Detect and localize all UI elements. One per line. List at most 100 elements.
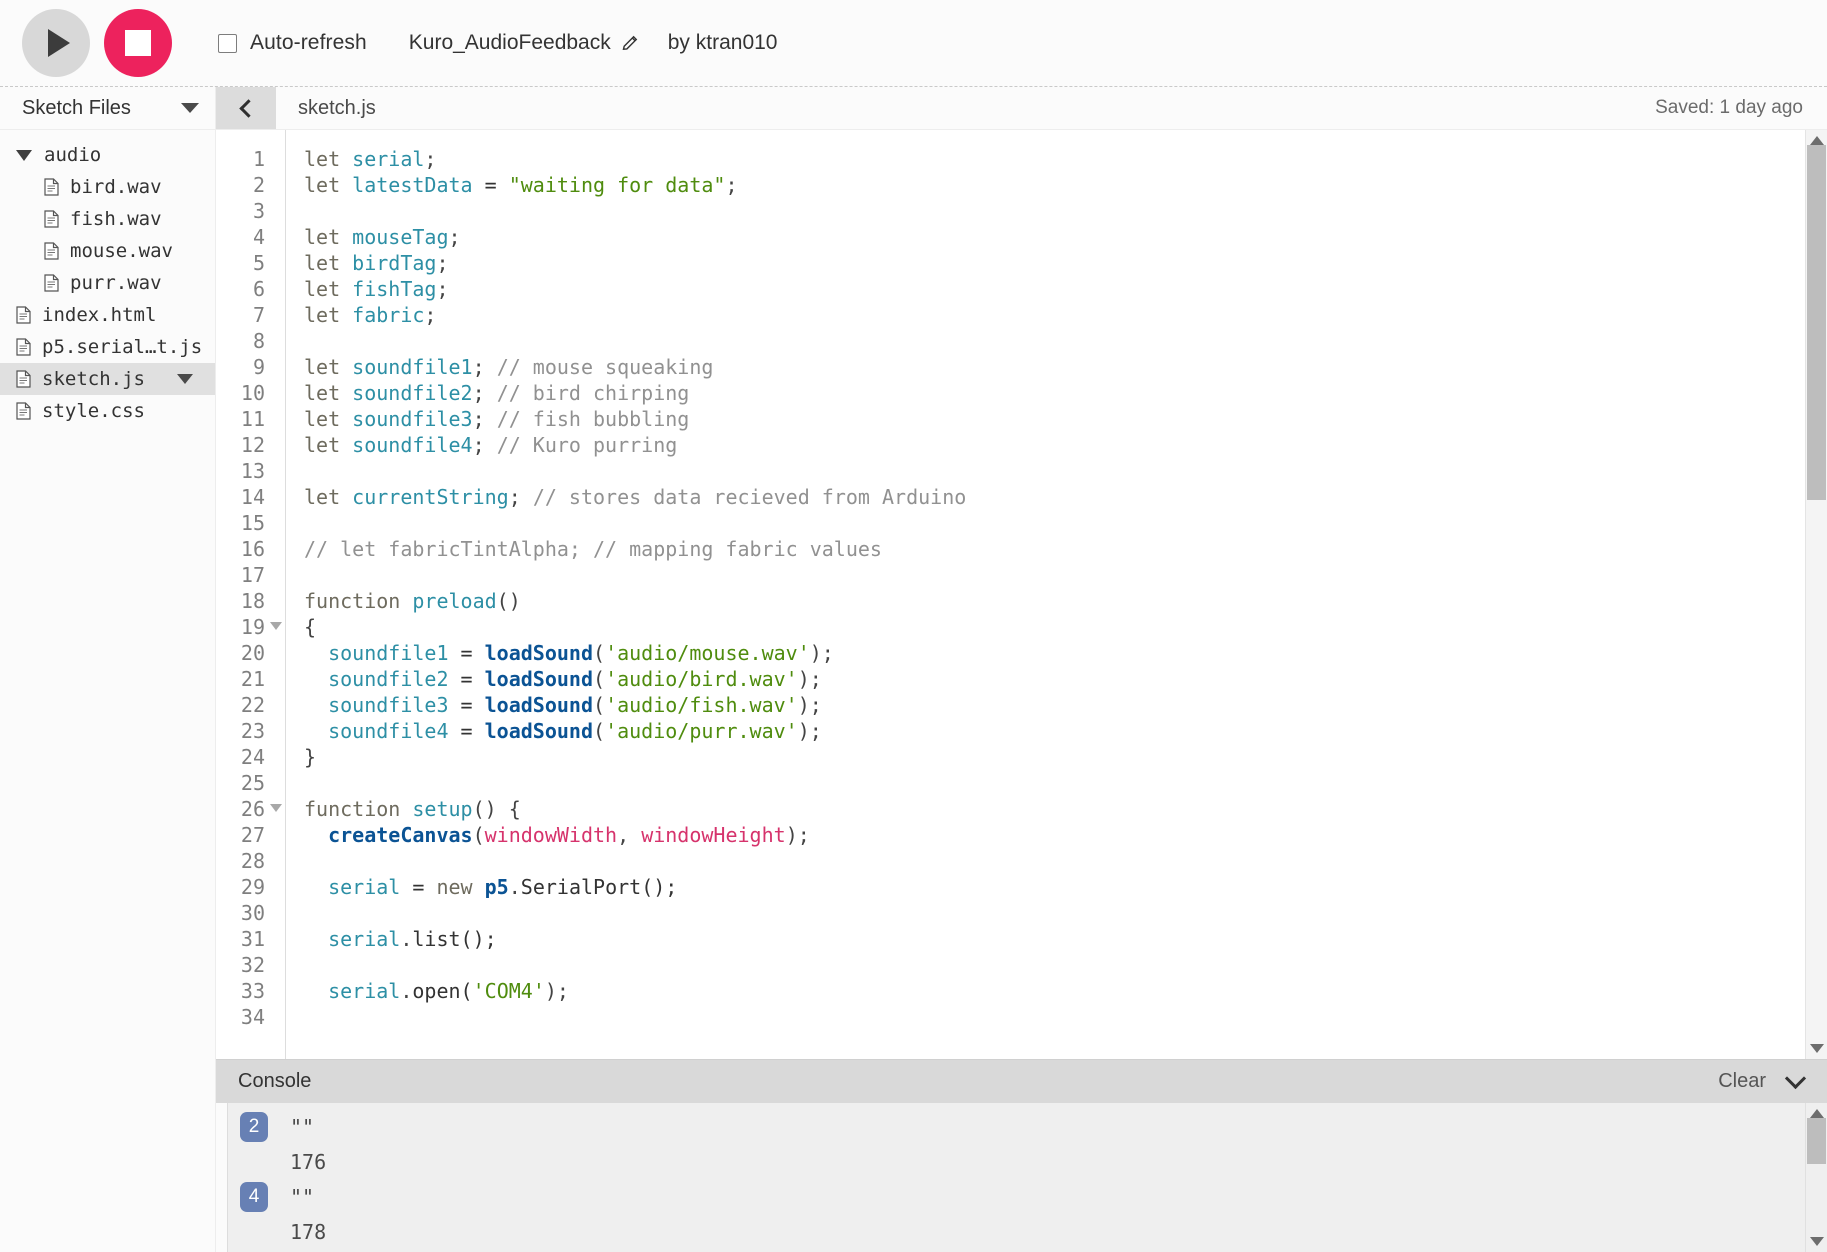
line-number: 5: [252, 251, 265, 275]
line-number: 8: [252, 329, 265, 353]
console-output[interactable]: 2 "" 176 4 "" 178 4 "": [228, 1103, 1805, 1252]
code-token: let: [304, 485, 353, 509]
stop-button[interactable]: [104, 9, 172, 77]
file-tree-item-label: fish.wav: [70, 208, 162, 230]
file-tree-item-style-css[interactable]: style.css: [0, 395, 215, 427]
code-editor[interactable]: let serial; let latestData = "waiting for…: [286, 130, 1805, 1059]
code-line: serial = new p5.SerialPort();: [304, 874, 1805, 900]
line-number: 25: [240, 771, 265, 795]
code-token: soundfile1: [328, 641, 449, 665]
code-fold-icon[interactable]: [270, 622, 282, 630]
code-token: soundfile1: [352, 355, 473, 379]
editor-scroll-thumb[interactable]: [1807, 145, 1826, 500]
code-token: let: [304, 251, 353, 275]
code-token: let: [304, 225, 353, 249]
line-number: 23: [240, 719, 265, 743]
code-token: ;: [448, 225, 461, 249]
console-vertical-scrollbar[interactable]: [1805, 1103, 1827, 1252]
file-tree-item-label: sketch.js: [42, 368, 145, 390]
console-scroll-track[interactable]: [1806, 1118, 1827, 1237]
code-token: // bird chirping: [496, 381, 690, 405]
chevron-left-icon: [239, 98, 258, 118]
chevron-down-icon[interactable]: [181, 103, 199, 113]
code-token: function: [304, 797, 413, 821]
code-token: );: [809, 641, 834, 665]
scroll-up-arrow-icon[interactable]: [1809, 136, 1824, 145]
console-title: Console: [238, 1070, 312, 1092]
file-tree-item-mouse-wav[interactable]: mouse.wav: [0, 235, 215, 267]
play-icon: [48, 29, 70, 57]
code-line: // let fabricTintAlpha; // mapping fabri…: [304, 536, 1805, 562]
code-token: 'COM4': [472, 979, 545, 1003]
auto-refresh-toggle[interactable]: Auto-refresh: [218, 31, 367, 55]
file-tree-item-purr-wav[interactable]: purr.wav: [0, 267, 215, 299]
line-number: 12: [240, 433, 265, 457]
file-tree-item-label: audio: [44, 144, 102, 166]
code-token: birdTag: [352, 251, 437, 275]
console-message: "": [290, 1114, 315, 1139]
scroll-up-arrow-icon[interactable]: [1809, 1109, 1824, 1118]
code-line: let soundfile1; // mouse squeaking: [304, 354, 1805, 380]
file-tree-item-p5-serial-t-js[interactable]: p5.serial…t.js: [0, 331, 215, 363]
chevron-down-icon[interactable]: [1784, 1067, 1807, 1090]
console-line: 2 "": [228, 1109, 1805, 1144]
folder-expand-icon[interactable]: [16, 149, 32, 161]
code-token: );: [797, 693, 822, 717]
code-token: // fish bubbling: [496, 407, 690, 431]
pencil-icon[interactable]: [620, 33, 640, 53]
code-line: let mouseTag;: [304, 224, 1805, 250]
play-button[interactable]: [22, 9, 90, 77]
top-toolbar: Auto-refresh Kuro_AudioFeedback by ktran…: [0, 0, 1827, 87]
file-options-chevron-icon[interactable]: [177, 374, 193, 384]
file-tree-item-sketch-js[interactable]: sketch.js: [0, 363, 215, 395]
code-token: =: [448, 667, 485, 691]
console-scroll-thumb[interactable]: [1807, 1118, 1826, 1164]
editor-vertical-scrollbar[interactable]: [1805, 130, 1827, 1059]
scroll-down-arrow-icon[interactable]: [1809, 1237, 1824, 1246]
console-message: "": [290, 1184, 315, 1209]
code-token: soundfile4: [352, 433, 473, 457]
code-token: 'audio/fish.wav': [605, 693, 798, 717]
sidebar-title: Sketch Files: [22, 96, 131, 119]
line-number: 4: [252, 225, 265, 249]
code-token: (: [593, 641, 606, 665]
console-line: 178: [228, 1214, 1805, 1249]
line-number: 18: [240, 589, 265, 613]
code-line: let currentString; // stores data reciev…: [304, 484, 1805, 510]
auto-refresh-checkbox[interactable]: [218, 33, 237, 53]
code-token: // stores data recieved from Arduino: [532, 485, 967, 509]
code-token: // let fabricTintAlpha; // mapping fabri…: [304, 537, 882, 561]
sketch-title-text: Kuro_AudioFeedback: [408, 31, 611, 54]
file-tree-item-audio[interactable]: audio: [0, 139, 215, 171]
code-line: serial.open('COM4');: [304, 978, 1805, 1004]
file-tree-item-bird-wav[interactable]: bird.wav: [0, 171, 215, 203]
code-line: let serial;: [304, 146, 1805, 172]
console-repeat-badge: 2: [240, 1111, 268, 1142]
console-message: 178: [290, 1219, 327, 1244]
code-line: {: [304, 614, 1805, 640]
console-message: 176: [290, 1149, 327, 1174]
code-token: soundfile4: [328, 719, 449, 743]
code-token: open(: [412, 979, 473, 1003]
clear-console-button[interactable]: Clear: [1718, 1070, 1766, 1093]
code-token: list();: [412, 927, 497, 951]
scroll-down-arrow-icon[interactable]: [1809, 1044, 1824, 1053]
code-token: preload: [412, 589, 497, 613]
console-body-wrap: 2 "" 176 4 "" 178 4 "": [216, 1103, 1827, 1252]
code-fold-icon[interactable]: [270, 804, 282, 812]
line-number: 2: [252, 173, 265, 197]
sidebar-collapse-button[interactable]: [216, 87, 276, 129]
code-scroll-region[interactable]: 1 2 3 4 5 6 7 8 9 10 11 12 13 14 15 16 17 18 19 20 21 22 23 24 2…: [216, 130, 1805, 1059]
file-tree-item-label: p5.serial…t.js: [42, 336, 203, 358]
file-tree-item-fish-wav[interactable]: fish.wav: [0, 203, 215, 235]
editor-scroll-track[interactable]: [1806, 145, 1827, 1044]
line-number: 16: [240, 537, 265, 561]
file-tree-item-index-html[interactable]: index.html: [0, 299, 215, 331]
